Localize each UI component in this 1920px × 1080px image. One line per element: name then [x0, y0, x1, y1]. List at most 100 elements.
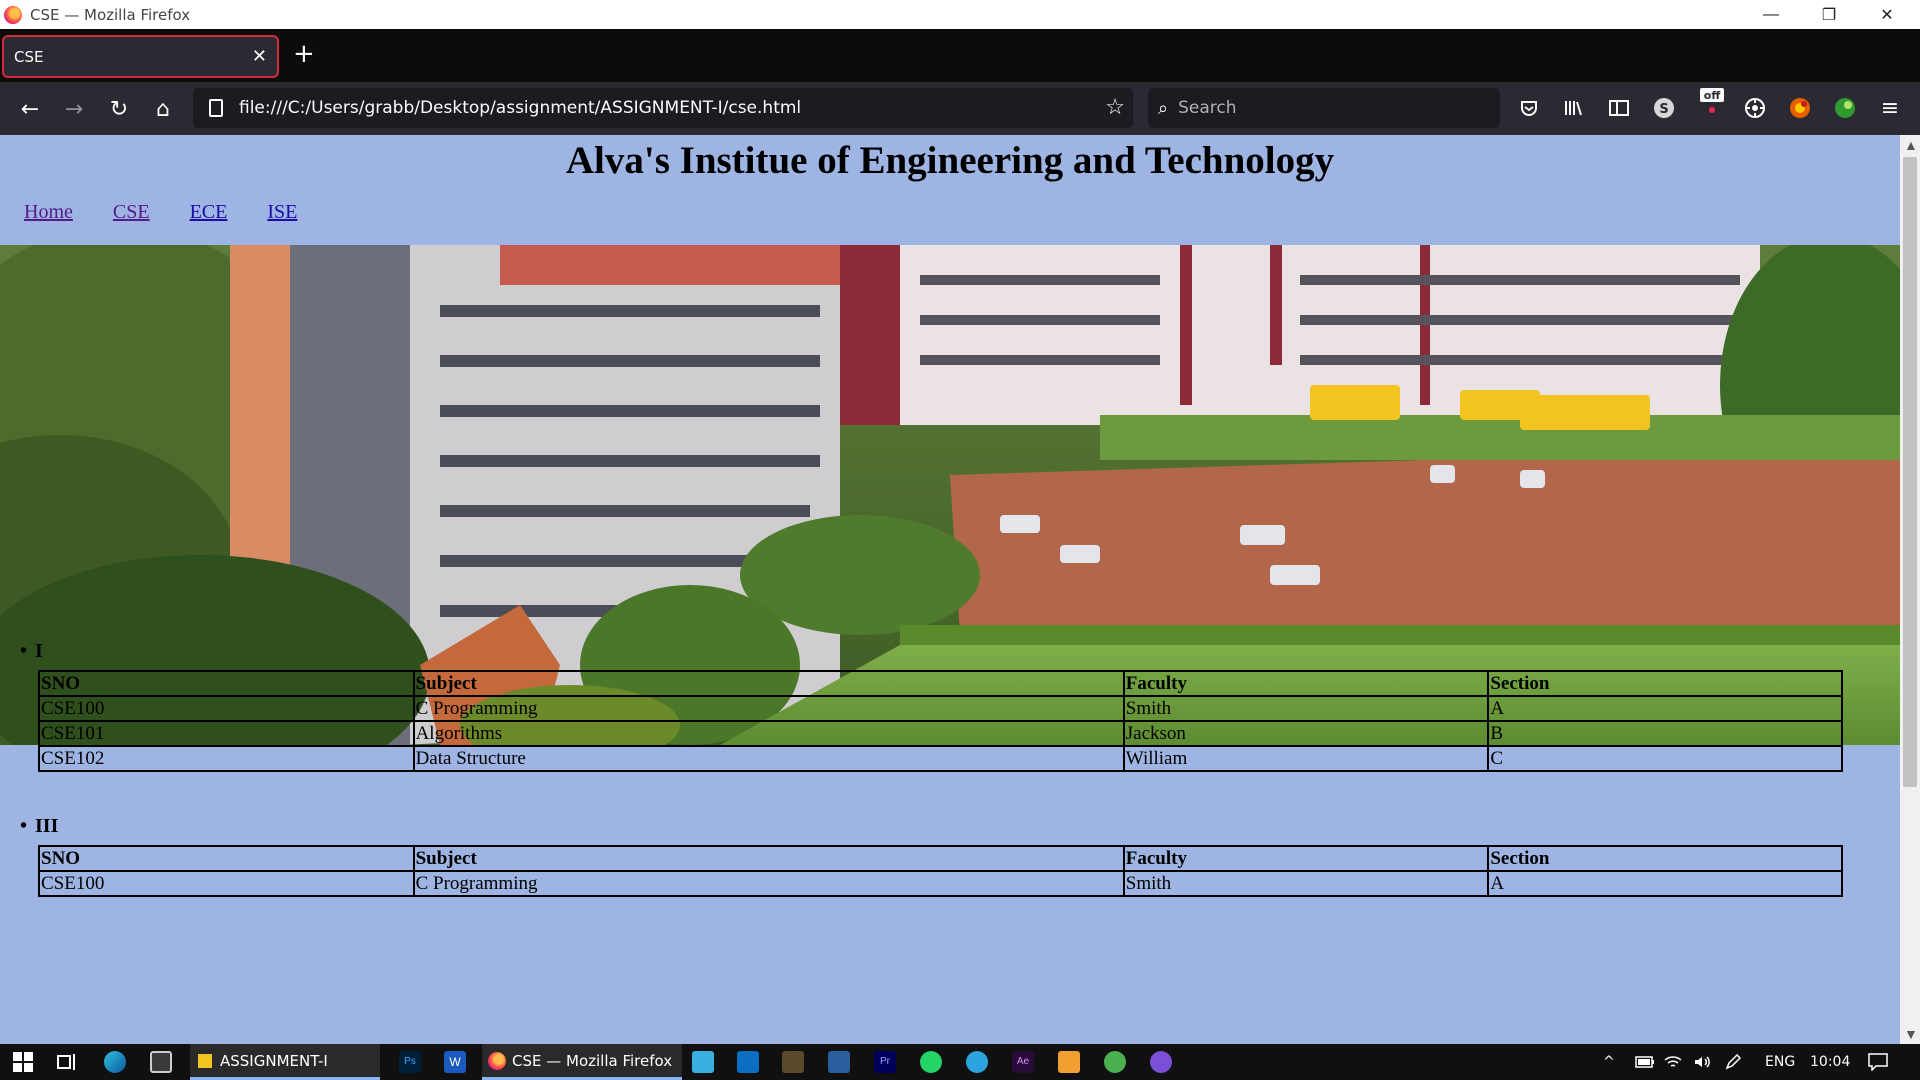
- tray-chevron-icon[interactable]: ^: [1603, 1044, 1615, 1080]
- wifi-icon[interactable]: [1664, 1044, 1682, 1080]
- site-nav: Home CSE ECE ISE: [24, 201, 337, 224]
- cell-section: B: [1487, 720, 1843, 747]
- photoshop-icon[interactable]: Ps: [399, 1051, 421, 1073]
- search-input[interactable]: Search: [1178, 98, 1236, 118]
- reload-button[interactable]: ↻: [103, 93, 135, 125]
- nav-toolbar: ← → ↻ ⌂ file:///C:/Users/grabb/Desktop/a…: [0, 82, 1920, 135]
- after-effects-icon[interactable]: Ae: [1012, 1051, 1034, 1073]
- scrollbar-thumb[interactable]: [1903, 157, 1917, 787]
- pen-icon[interactable]: [1724, 1044, 1742, 1080]
- page-viewport: Alva's Institue of Engineering and Techn…: [0, 135, 1900, 1044]
- whatsapp-icon[interactable]: [920, 1051, 942, 1073]
- scroll-down-icon[interactable]: ▼: [1904, 1026, 1918, 1042]
- table-row: CSE100 C Programming Smith A: [38, 870, 1843, 897]
- tab-label: CSE: [14, 47, 44, 66]
- cell-sno: CSE102: [38, 745, 415, 772]
- column-header-subject: Subject: [412, 670, 1125, 697]
- table-row: CSE100 C Programming Smith A: [38, 695, 1843, 722]
- column-header-faculty: Faculty: [1122, 670, 1490, 697]
- home-button[interactable]: ⌂: [147, 93, 179, 125]
- extension-fox-icon[interactable]: [1786, 94, 1814, 122]
- edge-icon[interactable]: [104, 1051, 126, 1073]
- nav-link-ise[interactable]: ISE: [267, 201, 297, 224]
- cell-subject: Algorithms: [412, 720, 1125, 747]
- cell-faculty: Smith: [1122, 695, 1490, 722]
- sidebar-icon[interactable]: [1605, 94, 1633, 122]
- cell-sno: CSE100: [38, 695, 415, 722]
- subjects-table-i: SNO Subject Faculty Section CSE100 C Pro…: [38, 670, 1843, 772]
- table-row: CSE101 Algorithms Jackson B: [38, 720, 1843, 747]
- search-bar[interactable]: ⌕ Search: [1148, 88, 1500, 128]
- address-bar[interactable]: file:///C:/Users/grabb/Desktop/assignmen…: [193, 88, 1133, 128]
- nav-link-home[interactable]: Home: [24, 201, 73, 224]
- page-icon: [209, 99, 223, 117]
- cell-section: A: [1487, 870, 1843, 897]
- close-window-button[interactable]: ✕: [1858, 0, 1916, 29]
- cell-subject: Data Structure: [412, 745, 1125, 772]
- vscode-icon[interactable]: [737, 1051, 759, 1073]
- column-header-section: Section: [1487, 845, 1843, 872]
- vertical-scrollbar[interactable]: ▲ ▼: [1900, 135, 1920, 1044]
- word-icon[interactable]: W: [444, 1051, 466, 1073]
- column-header-sno: SNO: [38, 845, 415, 872]
- url-text[interactable]: file:///C:/Users/grabb/Desktop/assignmen…: [239, 98, 801, 118]
- new-tab-button[interactable]: +: [293, 39, 315, 69]
- library-icon[interactable]: [1560, 94, 1588, 122]
- chrome-icon[interactable]: [1104, 1051, 1126, 1073]
- folder-icon: [198, 1053, 212, 1068]
- page-title: Alva's Institue of Engineering and Techn…: [565, 139, 1335, 182]
- bookmark-star-icon[interactable]: ☆: [1105, 94, 1125, 120]
- taskbar-app-firefox[interactable]: CSE — Mozilla Firefox: [482, 1044, 682, 1080]
- tab-cse[interactable]: CSE ✕: [2, 35, 279, 78]
- taskbar-app-label: ASSIGNMENT-I: [220, 1051, 328, 1070]
- search-icon: ⌕: [1158, 97, 1169, 119]
- cell-section: A: [1487, 695, 1843, 722]
- task-view-icon[interactable]: [56, 1051, 78, 1073]
- forward-button[interactable]: →: [58, 93, 90, 125]
- store-icon[interactable]: [150, 1051, 172, 1073]
- volume-icon[interactable]: [1693, 1044, 1711, 1080]
- menu-icon[interactable]: ≡: [1876, 94, 1904, 122]
- notifications-icon[interactable]: [1868, 1044, 1888, 1080]
- pocket-icon[interactable]: [1515, 94, 1543, 122]
- tab-strip: CSE ✕ +: [0, 29, 1920, 82]
- app-icon[interactable]: [1058, 1051, 1080, 1073]
- extension-icon[interactable]: [1741, 94, 1769, 122]
- column-header-section: Section: [1487, 670, 1843, 697]
- restore-button[interactable]: ❐: [1800, 0, 1858, 29]
- python-icon[interactable]: [828, 1051, 850, 1073]
- folder-sync-icon[interactable]: [692, 1051, 714, 1073]
- windows-taskbar: ASSIGNMENT-I Ps W CSE — Mozilla Firefox …: [0, 1044, 1920, 1080]
- nav-link-ece[interactable]: ECE: [190, 201, 228, 224]
- cell-sno: CSE101: [38, 720, 415, 747]
- column-header-subject: Subject: [412, 845, 1125, 872]
- windows-start-icon[interactable]: [12, 1051, 34, 1073]
- language-indicator[interactable]: ENG: [1765, 1044, 1795, 1080]
- minimize-button[interactable]: —: [1742, 0, 1800, 29]
- subjects-table-iii: SNO Subject Faculty Section CSE100 C Pro…: [38, 845, 1843, 897]
- section-heading-i: I: [20, 640, 43, 663]
- cell-section: C: [1487, 745, 1843, 772]
- cell-sno: CSE100: [38, 870, 415, 897]
- svg-text:off: off: [1704, 89, 1721, 102]
- extension-off-icon[interactable]: off: [1698, 87, 1726, 115]
- extension-green-icon[interactable]: [1831, 94, 1859, 122]
- jamovi-icon[interactable]: [782, 1051, 804, 1073]
- account-icon[interactable]: S: [1650, 94, 1678, 122]
- premiere-icon[interactable]: Pr: [874, 1051, 896, 1073]
- app-purple-icon[interactable]: [1150, 1051, 1172, 1073]
- svg-text:S: S: [1659, 102, 1668, 117]
- firefox-logo-icon: [4, 5, 22, 24]
- clock[interactable]: 10:04: [1810, 1044, 1850, 1080]
- tab-close-icon[interactable]: ✕: [252, 46, 267, 67]
- scroll-up-icon[interactable]: ▲: [1904, 137, 1918, 153]
- telegram-icon[interactable]: [966, 1051, 988, 1073]
- section-heading-iii: III: [20, 815, 58, 838]
- table-header-row: SNO Subject Faculty Section: [38, 845, 1843, 872]
- back-button[interactable]: ←: [14, 93, 46, 125]
- taskbar-app-assignment[interactable]: ASSIGNMENT-I: [190, 1044, 380, 1080]
- nav-link-cse[interactable]: CSE: [113, 201, 150, 224]
- battery-icon[interactable]: [1635, 1044, 1655, 1080]
- cell-subject: C Programming: [412, 695, 1125, 722]
- taskbar-app-label: CSE — Mozilla Firefox: [512, 1051, 673, 1070]
